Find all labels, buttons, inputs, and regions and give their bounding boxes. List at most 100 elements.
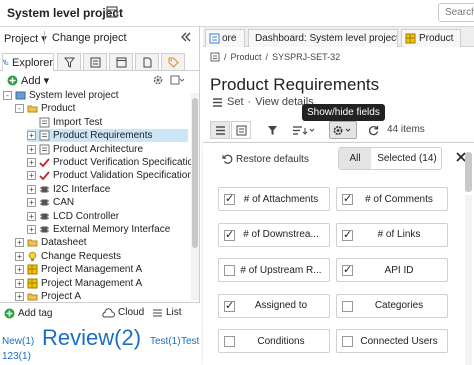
tree-item[interactable]: + LCD Controller — [27, 210, 119, 223]
field-checkbox[interactable] — [342, 228, 353, 241]
tree-item[interactable]: + Product Validation Specification — [27, 169, 191, 182]
list-icon — [90, 57, 100, 67]
expand-toggle[interactable]: + — [15, 292, 24, 301]
tag-cloud-button[interactable]: Cloud — [101, 307, 144, 318]
list-icon — [153, 309, 162, 316]
field-checkbox[interactable] — [342, 263, 353, 276]
undo-icon — [222, 154, 233, 164]
list-view-button[interactable] — [210, 121, 230, 139]
selected-fields-toggle[interactable]: Selected (14) — [372, 148, 442, 169]
expand-toggle[interactable]: + — [15, 265, 24, 275]
tree-item[interactable]: + External Memory Interface — [27, 223, 170, 236]
tree-item[interactable]: + CAN — [27, 196, 74, 209]
show-hide-fields-button[interactable] — [329, 121, 357, 139]
sort-button[interactable] — [290, 121, 318, 139]
expand-toggle[interactable]: + — [27, 198, 36, 208]
add-tag-button[interactable]: Add tag — [4, 308, 52, 319]
expand-toggle[interactable]: + — [15, 238, 24, 248]
restore-defaults-button[interactable]: Restore defaults — [222, 154, 309, 165]
tree-item[interactable]: + Project Management A — [15, 277, 142, 290]
add-button[interactable]: Add ▾ — [7, 74, 49, 87]
tag-link[interactable]: Test(1) — [150, 336, 181, 347]
field-checkbox[interactable] — [224, 299, 235, 312]
tab-list[interactable] — [83, 53, 107, 70]
tab-dashboard[interactable]: Dashboard: System level project — [248, 29, 398, 47]
field-checkbox[interactable] — [224, 192, 235, 205]
all-fields-toggle[interactable]: All — [339, 148, 371, 169]
collapse-icon[interactable] — [180, 31, 192, 43]
tree-item[interactable]: + Project Management A — [15, 263, 142, 276]
field-checkbox[interactable] — [224, 228, 235, 241]
tag-link[interactable]: Test — [181, 336, 199, 347]
field-option[interactable]: API ID — [336, 258, 448, 282]
expand-toggle[interactable]: + — [27, 225, 36, 234]
tree-item[interactable]: + Datasheet — [15, 236, 87, 249]
expand-toggle[interactable]: + — [15, 251, 24, 261]
field-option[interactable]: Assigned to — [218, 293, 330, 318]
gear-icon[interactable] — [152, 74, 164, 86]
tab-previous[interactable]: ore — [205, 29, 245, 47]
tab-product[interactable]: Product — [401, 29, 461, 47]
expand-toggle[interactable]: + — [27, 211, 36, 221]
field-checkbox[interactable] — [342, 192, 353, 205]
expand-toggle[interactable]: + — [27, 171, 36, 181]
tree-item-label: System level project — [29, 90, 119, 101]
grid-icon[interactable] — [106, 6, 118, 18]
tag-link[interactable]: 123(1) — [2, 351, 31, 362]
tree-scrollbar-thumb[interactable] — [192, 98, 198, 248]
tag-list-button[interactable]: List — [152, 307, 182, 318]
tree-item[interactable]: + Change Requests — [15, 250, 121, 263]
tab-document[interactable] — [135, 53, 159, 70]
tree-item[interactable]: + Product Architecture — [27, 143, 143, 156]
document-view-button[interactable] — [231, 121, 251, 139]
expand-toggle[interactable]: + — [27, 184, 36, 194]
field-option[interactable]: Connected Users — [336, 329, 448, 353]
tree-item-label: CAN — [53, 197, 75, 209]
collapse-toggle[interactable]: - — [15, 104, 24, 114]
tree-item[interactable]: - System level project — [3, 89, 118, 102]
tab-explorer[interactable]: Explorer — [2, 53, 54, 71]
cloud-icon — [102, 307, 115, 317]
tree-item[interactable]: - Product — [15, 102, 75, 115]
expand-toggle[interactable]: + — [15, 278, 24, 288]
fields-scrollbar[interactable] — [465, 195, 472, 365]
collapse-toggle[interactable]: - — [3, 91, 12, 100]
project-menu[interactable]: Project ▾ — [4, 32, 47, 45]
field-checkbox[interactable] — [342, 300, 353, 312]
tree-item[interactable]: + Product Requirements — [27, 129, 188, 143]
refresh-button[interactable] — [364, 121, 382, 139]
field-option[interactable]: Categories — [336, 293, 448, 318]
tree-item[interactable]: + Product Verification Specification — [27, 156, 191, 169]
field-option[interactable]: # of Comments — [336, 187, 448, 211]
tree-item[interactable]: Import Test — [27, 116, 102, 129]
document-icon — [39, 130, 53, 141]
tree-item-label: Product Verification Specification — [53, 157, 191, 168]
breadcrumb-id[interactable]: SYSPRJ-SET-32 — [272, 52, 340, 62]
field-checkbox[interactable] — [224, 336, 235, 347]
fields-scrollbar-thumb[interactable] — [465, 152, 472, 192]
tab-tags[interactable] — [161, 53, 185, 70]
tag-link[interactable]: Review(2) — [42, 325, 141, 351]
change-project-link[interactable]: Change project — [52, 32, 127, 44]
field-option[interactable]: # of Upstream R... — [218, 258, 330, 282]
chip-icon — [39, 211, 53, 222]
tab-filter[interactable] — [57, 53, 81, 70]
field-checkbox[interactable] — [224, 265, 235, 276]
tab-window[interactable] — [109, 53, 133, 70]
field-label: # of Attachments — [243, 193, 319, 205]
tag-link[interactable]: New(1) — [2, 336, 34, 347]
view-options-icon[interactable] — [170, 74, 184, 86]
field-option[interactable]: # of Downstrea... — [218, 222, 330, 247]
breadcrumb-product[interactable]: Product — [231, 52, 262, 62]
field-option[interactable]: # of Links — [336, 222, 448, 247]
expand-toggle[interactable]: + — [27, 131, 36, 141]
expand-toggle[interactable]: + — [27, 158, 36, 167]
field-option[interactable]: # of Attachments — [218, 187, 330, 211]
tree-item[interactable]: + I2C Interface — [27, 183, 110, 196]
field-checkbox[interactable] — [342, 336, 353, 347]
checkmark-icon — [39, 157, 53, 168]
search-input[interactable]: Search — [438, 3, 474, 22]
expand-toggle[interactable]: + — [27, 144, 36, 154]
field-option[interactable]: Conditions — [218, 329, 330, 353]
filter-button[interactable] — [262, 121, 282, 139]
